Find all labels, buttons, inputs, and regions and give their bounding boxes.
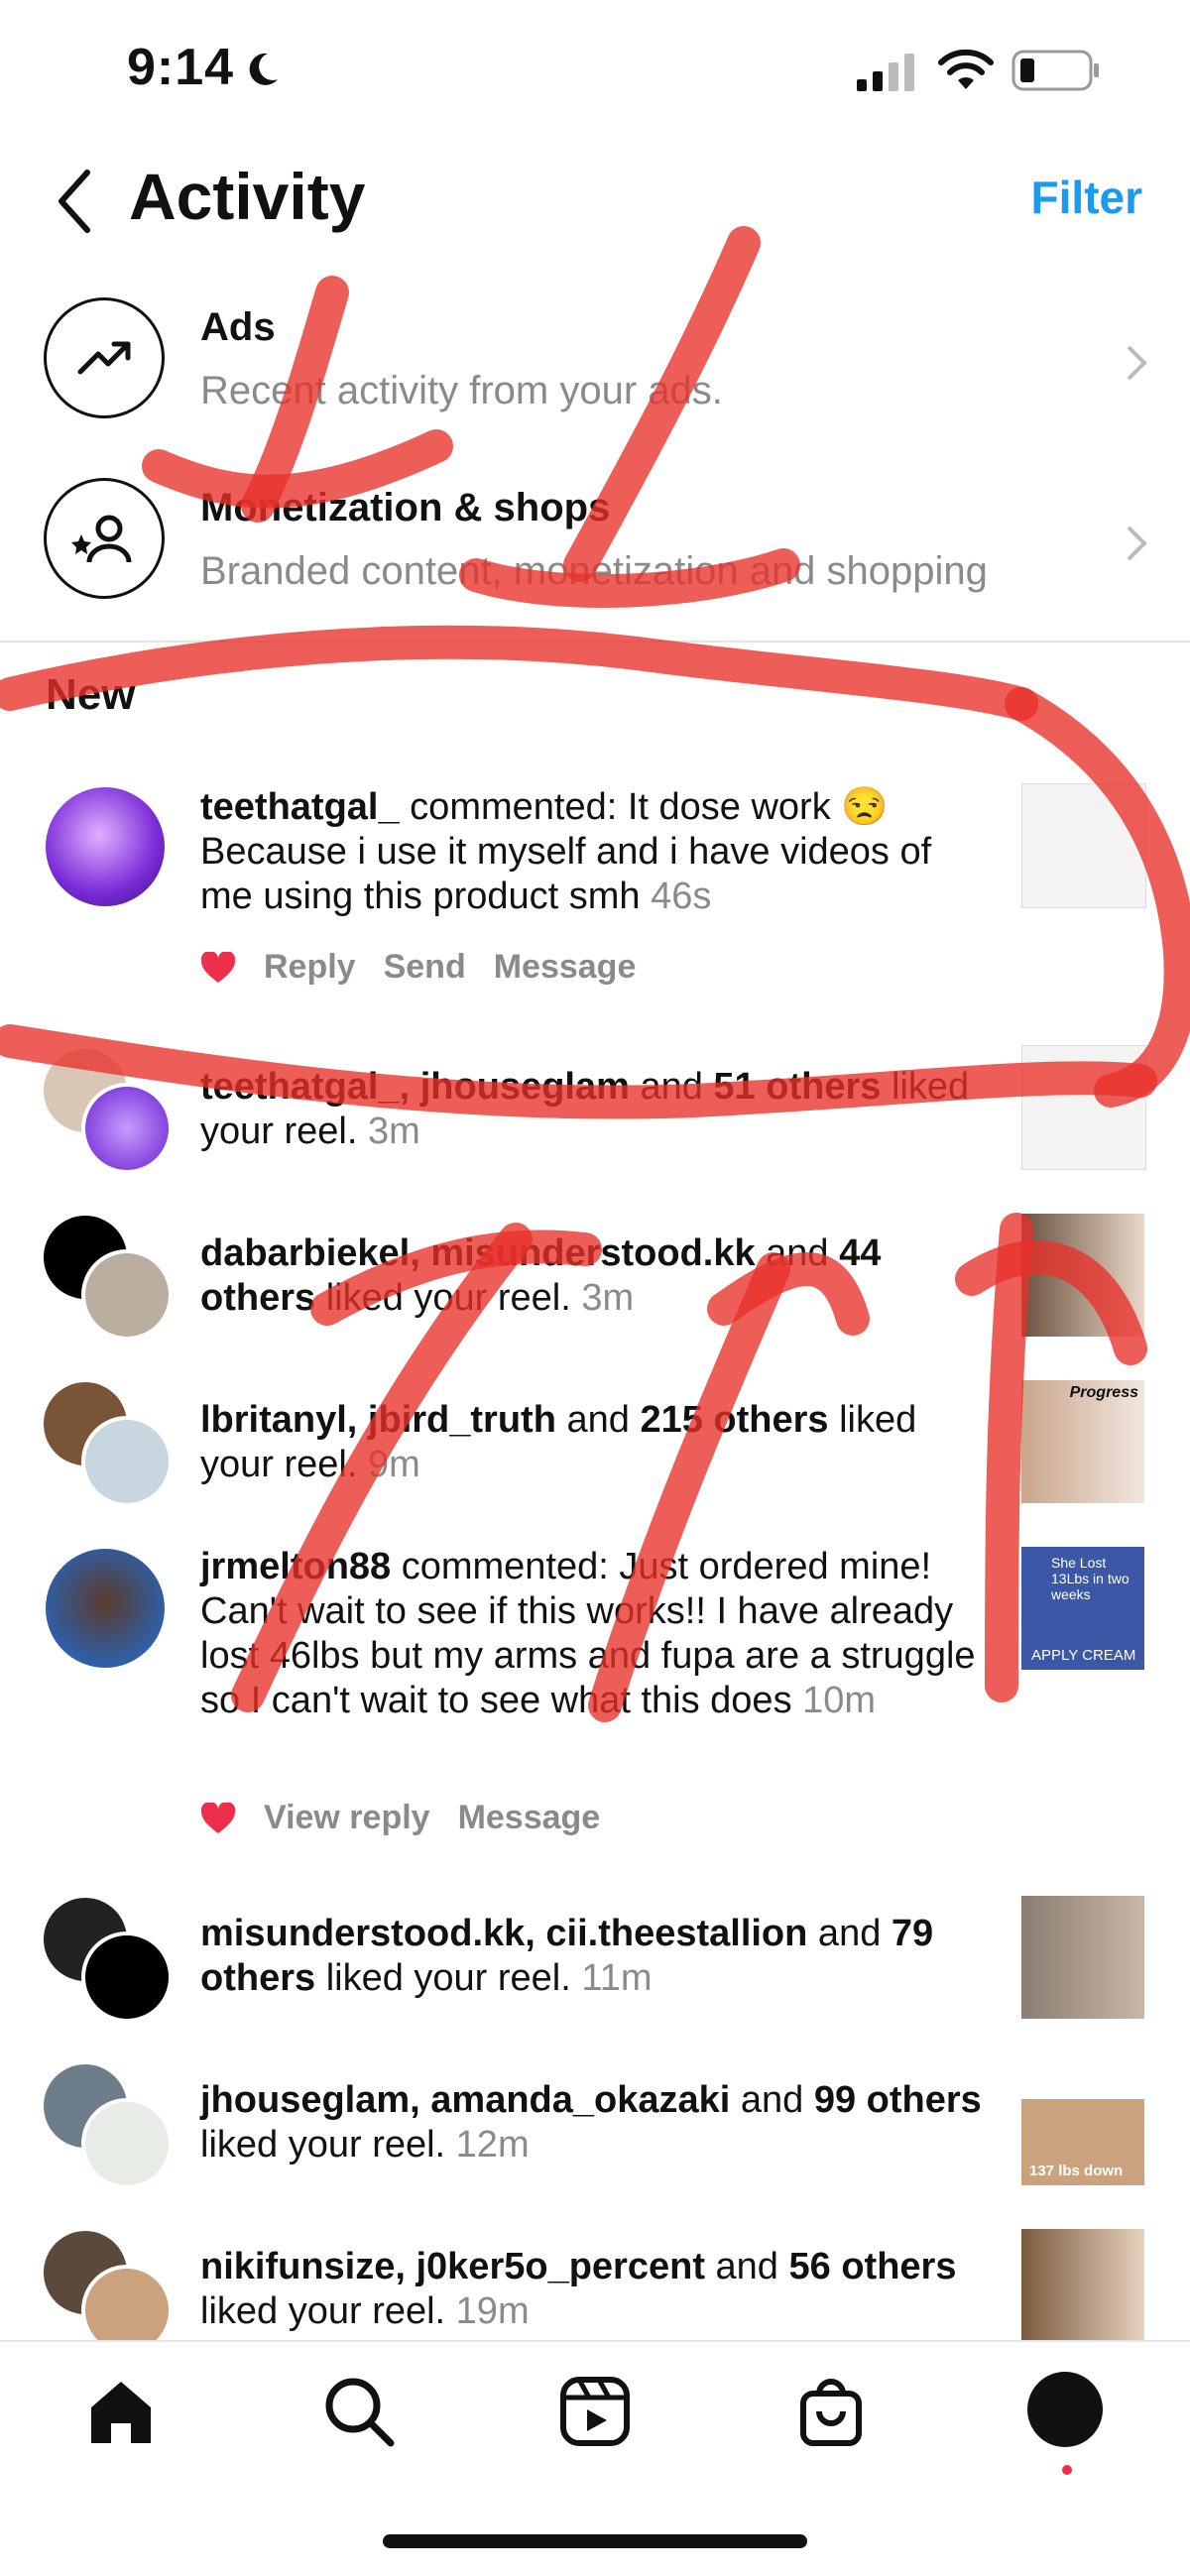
menu-row-ads[interactable]: Ads Recent activity from your ads. — [0, 270, 1190, 448]
battery-icon — [1012, 50, 1099, 91]
chevron-right-icon — [1127, 345, 1147, 381]
comment-actions: View reply Message — [200, 1799, 600, 1837]
reel-thumbnail[interactable] — [1021, 1045, 1146, 1170]
reel-thumbnail[interactable]: She Lost 13Lbs in two weeks APPLY CREAM — [1021, 1547, 1144, 1670]
avatar[interactable] — [81, 1932, 173, 2023]
shop-icon[interactable] — [791, 2372, 871, 2451]
trending-icon — [44, 297, 165, 418]
thumb-caption: She Lost 13Lbs in two weeks — [1051, 1555, 1130, 1602]
reel-thumbnail[interactable]: 137 lbs down — [1021, 2062, 1144, 2185]
avatar[interactable] — [81, 1416, 173, 1507]
reel-thumbnail[interactable] — [1021, 2229, 1144, 2352]
reel-thumbnail[interactable] — [1021, 783, 1146, 908]
heart-icon[interactable] — [200, 951, 236, 984]
message-button[interactable]: Message — [494, 948, 637, 987]
thumb-caption: APPLY CREAM — [1031, 1647, 1136, 1664]
filter-button[interactable]: Filter — [1031, 171, 1142, 224]
notification-text[interactable]: lbritanyl, jbird_truth and 215 others li… — [200, 1398, 994, 1487]
add-person-icon — [44, 478, 165, 599]
avatar[interactable] — [81, 1083, 173, 1174]
signal-icon — [857, 54, 914, 91]
wifi-icon — [938, 49, 994, 89]
notification-text[interactable]: nikifunsize, j0ker5o_percent and 56 othe… — [200, 2245, 994, 2334]
view-reply-button[interactable]: View reply — [264, 1799, 430, 1837]
menu-title: Ads — [200, 305, 276, 349]
chevron-right-icon — [1127, 526, 1147, 561]
back-chevron-icon[interactable] — [48, 167, 107, 236]
heart-icon[interactable] — [200, 1802, 236, 1834]
thumb-caption: 137 lbs down — [1029, 2163, 1124, 2179]
reels-icon[interactable] — [555, 2372, 635, 2451]
notification-text[interactable]: teethatgal_, jhouseglam and 51 others li… — [200, 1065, 994, 1154]
send-button[interactable]: Send — [384, 948, 466, 987]
home-indicator — [383, 2534, 807, 2548]
notification-dot — [1062, 2465, 1072, 2475]
avatar[interactable] — [81, 2098, 173, 2189]
avatar[interactable] — [46, 787, 165, 906]
menu-subtitle: Branded content, monetization and shoppi… — [200, 549, 988, 593]
notification-text[interactable]: jhouseglam, amanda_okazaki and 99 others… — [200, 2078, 994, 2167]
comment-actions: Reply Send Message — [200, 948, 636, 987]
avatar[interactable] — [46, 1549, 165, 1668]
reel-thumbnail[interactable]: Progress — [1021, 1380, 1144, 1503]
moon-icon — [249, 53, 278, 85]
reel-thumbnail[interactable] — [1021, 1214, 1144, 1337]
notification-text[interactable]: dabarbiekel, misunderstood.kk and 44 oth… — [200, 1231, 994, 1321]
divider — [0, 641, 1190, 643]
menu-title: Monetization & shops — [200, 486, 611, 529]
notification-text[interactable]: teethatgal_ commented: It dose work 😒 Be… — [200, 785, 994, 919]
section-header-new: New — [46, 670, 136, 719]
page-title: Activity — [129, 160, 366, 233]
status-time: 9:14 — [127, 39, 235, 96]
profile-icon[interactable] — [1027, 2372, 1103, 2447]
notification-text[interactable]: misunderstood.kk, cii.theestallion and 7… — [200, 1912, 994, 2001]
message-button[interactable]: Message — [458, 1799, 601, 1837]
menu-row-monetization[interactable]: Monetization & shops Branded content, mo… — [0, 450, 1190, 629]
search-icon[interactable] — [319, 2372, 399, 2451]
reel-thumbnail[interactable] — [1021, 1896, 1144, 2019]
home-icon[interactable] — [81, 2372, 161, 2451]
menu-subtitle: Recent activity from your ads. — [200, 369, 723, 412]
notification-text[interactable]: jrmelton88 commented: Just ordered mine!… — [200, 1545, 994, 1723]
thumb-caption: Progress — [1069, 1384, 1138, 1401]
reply-button[interactable]: Reply — [264, 948, 356, 987]
avatar[interactable] — [81, 1249, 173, 1341]
